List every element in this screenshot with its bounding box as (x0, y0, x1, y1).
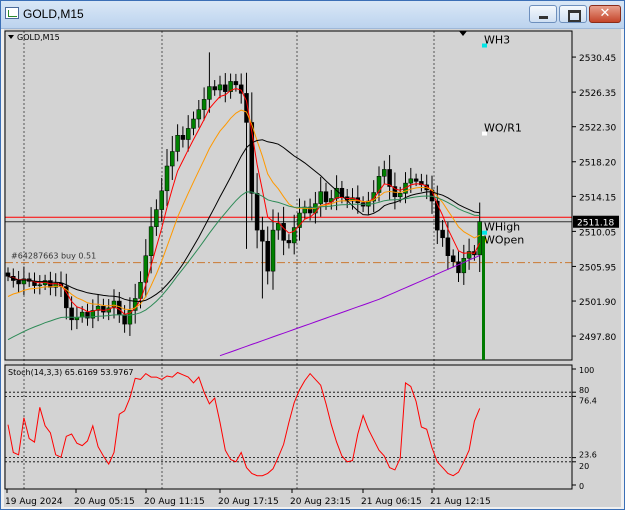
stoch-tick-label: 0 (579, 482, 584, 491)
candle-bull (217, 84, 223, 91)
chart-area[interactable]: 100 80 76.4 23.6 20 0 Stoch(14,3,3) 65.6169 53… (4, 29, 621, 507)
candle-bull (170, 151, 175, 167)
candle-bull (191, 118, 196, 129)
candle-bull (201, 99, 207, 110)
candle-bull (477, 221, 482, 256)
order-label: #64287663 buy 0.51 (11, 252, 96, 261)
candle-bear (435, 200, 440, 231)
stoch-panel-frame (4, 364, 573, 490)
candle-bear (180, 135, 186, 140)
level-label: WH3 (484, 34, 510, 47)
candle-bear (5, 272, 11, 277)
candle-bear (413, 178, 419, 182)
price-tick-label: 2505.95 (579, 263, 616, 273)
candle-bull (318, 191, 323, 204)
current-price-label: 2511.18 (577, 219, 614, 229)
candle-bear (450, 255, 456, 262)
time-tick-label: 20 Aug 05:15 (74, 497, 135, 507)
stoch-label: Stoch(14,3,3) 65.6169 53.9767 (8, 368, 134, 377)
price-tick-label: 2530.45 (579, 54, 616, 64)
axes: 2530.45 2526.35 2522.30 2518.20 2514.15 2510.… (4, 30, 619, 507)
symbol-label: GOLD,M15 (17, 33, 60, 42)
candle-bear (445, 237, 451, 256)
main-panel-frame (4, 30, 573, 361)
ma-line (7, 191, 480, 341)
price-tick-label: 2501.90 (579, 298, 616, 308)
candle-bear (254, 193, 260, 231)
price-tick-label: 2510.05 (579, 228, 616, 238)
candle-bear (212, 86, 217, 91)
ma-line (7, 87, 481, 315)
ma-line (7, 139, 480, 303)
close-button[interactable]: ✕ (589, 5, 621, 23)
ma-line (7, 109, 480, 311)
price-tick-label: 2518.20 (579, 159, 616, 169)
terminal-window: GOLD,M15 ✕ 100 80 76.4 23.6 20 0 Stoch(14,3,3)… (0, 0, 625, 510)
level-label: WO/R1 (484, 122, 522, 135)
candle-bull (185, 128, 191, 140)
title-bar: GOLD,M15 ✕ (1, 1, 624, 29)
time-tick-label: 20 Aug 23:15 (290, 497, 351, 507)
candle-bear (456, 261, 461, 274)
price-tick-label: 2497.80 (579, 333, 616, 343)
candle-bull (376, 176, 382, 193)
candle-bull (408, 178, 414, 184)
candle-bull (175, 135, 180, 152)
stoch-tick-label: 76.4 (579, 396, 597, 405)
candle-bear (233, 81, 239, 86)
shift-marker-icon (459, 31, 467, 36)
time-tick-label: 20 Aug 11:15 (144, 497, 205, 507)
level-bar (482, 236, 485, 360)
candle-bear (440, 229, 445, 239)
stoch-tick-label: 80 (579, 386, 589, 395)
candle-bull (164, 165, 170, 192)
candle-bear (265, 240, 270, 272)
candle-bear (122, 314, 127, 325)
candle-bull (207, 86, 212, 100)
stoch-tick-label: 20 (579, 462, 589, 471)
candle-bull (154, 209, 159, 227)
stoch-main-line (7, 371, 481, 477)
price-tick-label: 2514.15 (579, 193, 616, 203)
level-label: WHigh (484, 221, 520, 234)
time-tick-label: 21 Aug 06:15 (361, 497, 422, 507)
candle-bear (286, 240, 292, 244)
price-chart[interactable]: 100 8076.4 23.6 20 0 Stoch(14,3,3) 65.6169 53… (4, 29, 621, 507)
candle-bull (148, 226, 154, 256)
stoch-tick-label: 100 (579, 366, 594, 375)
collapse-triangle-icon (8, 35, 14, 39)
candle-bear (16, 280, 21, 285)
candle-bull (461, 258, 467, 274)
window-title: GOLD,M15 (23, 7, 84, 21)
candle-bull (382, 169, 387, 177)
candle-bear (387, 169, 392, 187)
stoch-tick-label: 23.6 (579, 451, 597, 460)
maximize-button[interactable] (559, 5, 587, 23)
candle-bear (223, 84, 228, 92)
candle-bull (159, 190, 164, 210)
time-tick-label: 21 Aug 12:15 (430, 497, 491, 507)
price-tick-label: 2526.35 (579, 89, 616, 99)
ma-line (219, 255, 480, 357)
candle-bear (260, 229, 265, 242)
candle-bull (196, 109, 202, 120)
stochastic-panel: 100 8076.4 23.6 20 0 Stoch(14,3,3) 65.6169 53… (5, 366, 597, 491)
price-tick-label: 2522.30 (579, 124, 616, 134)
candle-bear (323, 191, 329, 203)
candle-bear (69, 307, 74, 321)
level-label: WOpen (484, 233, 524, 246)
candle-bull (270, 229, 276, 272)
chart-window-icon (5, 7, 19, 19)
candle-bear (101, 305, 106, 313)
minimize-button[interactable] (529, 5, 557, 23)
time-tick-label: 20 Aug 17:15 (218, 497, 279, 507)
candle-bull (397, 193, 403, 198)
time-tick-label: 19 Aug 2024 (5, 497, 63, 507)
candle-bull (37, 284, 43, 287)
